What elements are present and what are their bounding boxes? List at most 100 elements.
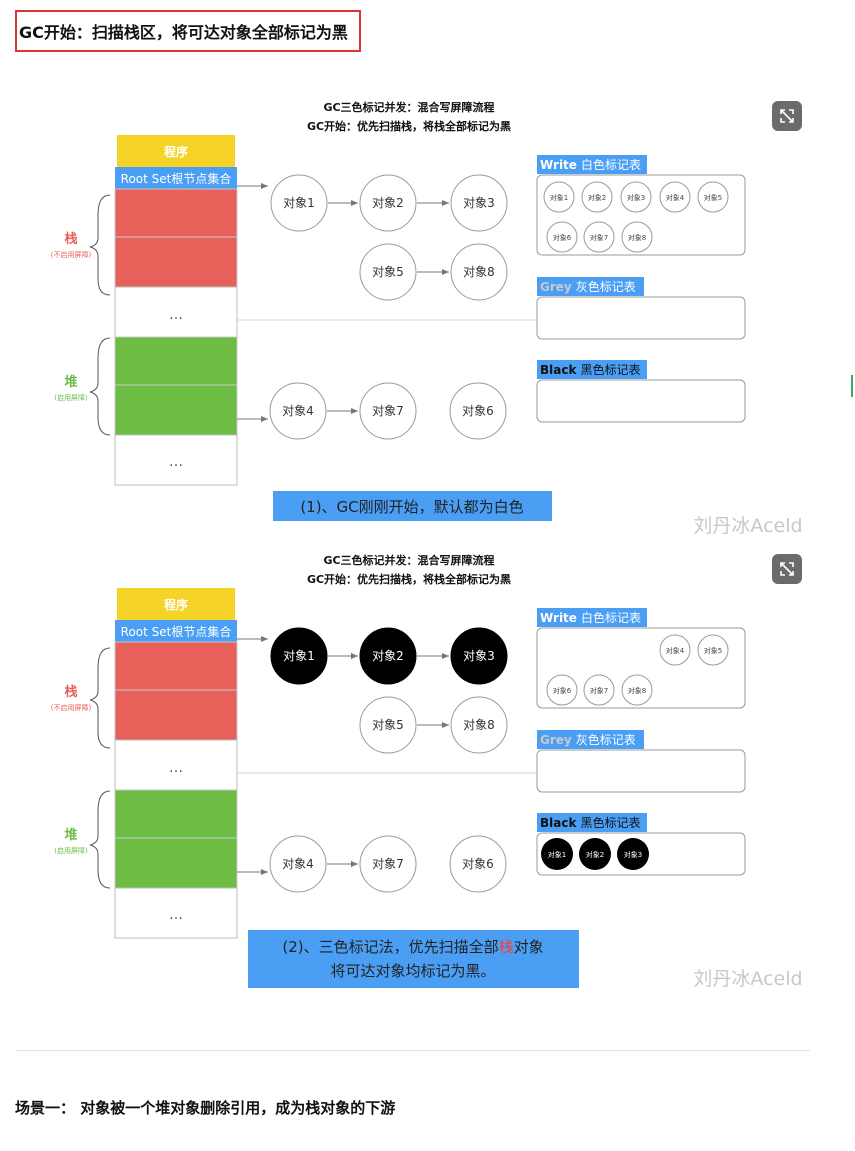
diagram-svg: GC三色标记并发：混合写屏障流程 GC开始：优先扫描栈，将栈全部标记为黑程序 Roo… [51, 553, 803, 990]
heap-frame [114, 336, 238, 386]
caption-text: 将可达对象均标记为黑。 [330, 962, 495, 980]
heap-ellipsis: … [169, 907, 183, 923]
black_table-title: Black 黑色标记表 [540, 363, 640, 377]
object-node-label: 对象8 [463, 265, 495, 279]
black_table-title-cn: 黑色标记表 [580, 816, 640, 830]
black-mark-item-label: 对象1 [548, 850, 566, 859]
white-mark-item-label: 对象2 [588, 193, 606, 202]
scene-title: 场景一： 对象被一个堆对象删除引用，成为栈对象的下游 [15, 1099, 396, 1117]
white-mark-item-label: 对象8 [628, 686, 646, 695]
object-node-label: 对象8 [463, 718, 495, 732]
stack-note: (不启用屏障) [51, 703, 92, 712]
grey_table-box [536, 749, 746, 793]
object-node-label: 对象5 [372, 718, 404, 732]
white-mark-item-label: 对象4 [666, 193, 685, 202]
stack-note: (不启用屏障) [51, 250, 92, 259]
expand-icon [780, 562, 794, 576]
stack-label: 栈 [64, 231, 77, 247]
stack-frame [114, 236, 238, 288]
object-node-label: 对象7 [372, 404, 404, 418]
grey_table-box [536, 296, 746, 340]
object-node-label: 对象1 [283, 196, 315, 210]
black_table-title-cn: 黑色标记表 [580, 363, 640, 377]
stack-brace [89, 194, 111, 296]
diagram-title: GC三色标记并发：混合写屏障流程 [323, 553, 494, 567]
grey_table-title: Grey 灰色标记表 [540, 280, 636, 294]
object-node-label: 对象5 [372, 265, 404, 279]
grey_table-title: Grey 灰色标记表 [540, 733, 636, 747]
heap-note: (启用屏障) [54, 846, 88, 855]
object-node-label: 对象4 [282, 857, 314, 871]
stack-ellipsis: … [169, 760, 183, 776]
black_table-title-en: Black [540, 363, 577, 377]
figure-1: GC三色标记并发：混合写屏障流程 GC开始：优先扫描栈，将栈全部标记为黑程序 Roo… [0, 95, 855, 545]
white-mark-item-label: 对象4 [666, 646, 685, 655]
expand-button-1[interactable] [772, 101, 802, 131]
diagram-title: GC三色标记并发：混合写屏障流程 [323, 100, 494, 114]
heap-label: 堆 [64, 827, 77, 843]
program-label: 程序 [164, 144, 188, 159]
object-node-label: 对象3 [463, 649, 495, 663]
watermark: 刘丹冰Aceld [693, 515, 802, 537]
figure-2: GC三色标记并发：混合写屏障流程 GC开始：优先扫描栈，将栈全部标记为黑程序 Roo… [0, 548, 855, 998]
expand-button-2[interactable] [772, 554, 802, 584]
black_table-title-en: Black [540, 816, 577, 830]
black_table-box [536, 379, 746, 423]
heap-label: 堆 [64, 374, 77, 390]
white_table-title-cn: 白色标记表 [581, 157, 641, 172]
grey_table-title-en: Grey [540, 280, 572, 294]
diagram-subtitle: GC开始：优先扫描栈，将栈全部标记为黑 [307, 572, 511, 586]
white_table-title-en: Write [540, 158, 577, 172]
white_table-title-cn: 白色标记表 [581, 610, 641, 625]
caption-part: 对象 [514, 938, 544, 956]
grey_table-title-en: Grey [540, 733, 572, 747]
white_table-title: Write 白色标记表 [540, 610, 641, 625]
heap-brace [89, 790, 111, 889]
white_table-title: Write 白色标记表 [540, 157, 641, 172]
white-mark-item-label: 对象5 [704, 646, 722, 655]
white-mark-item-label: 对象1 [550, 193, 568, 202]
scroll-indicator[interactable] [851, 375, 853, 397]
white-mark-item-label: 对象8 [628, 233, 646, 242]
white-mark-item-label: 对象6 [553, 686, 572, 695]
heap-frame [114, 789, 238, 839]
stack-ellipsis: … [169, 307, 183, 323]
heap-frame [114, 837, 238, 889]
heading-highlight-box: GC开始：扫描栈区，将可达对象全部标记为黑 [15, 10, 361, 52]
heap-note: (启用屏障) [54, 393, 88, 402]
object-node-label: 对象6 [462, 857, 494, 871]
white-mark-item-label: 对象7 [590, 233, 608, 242]
caption-highlight: 栈 [499, 938, 514, 956]
rootset-label: Root Set根节点集合 [121, 624, 232, 639]
object-node-label: 对象4 [282, 404, 314, 418]
diagram-svg: GC三色标记并发：混合写屏障流程 GC开始：优先扫描栈，将栈全部标记为黑程序 Roo… [51, 100, 803, 537]
stack-frame [114, 689, 238, 741]
caption-text: (2)、三色标记法，优先扫描全部栈对象 [282, 938, 543, 956]
stack-frame [114, 188, 238, 238]
grey_table-title-cn: 灰色标记表 [576, 733, 636, 747]
black-mark-item-label: 对象3 [624, 850, 642, 859]
stack-frame [114, 641, 238, 691]
white-mark-item-label: 对象3 [627, 193, 645, 202]
white-mark-item-label: 对象5 [704, 193, 722, 202]
stack-label: 栈 [64, 684, 77, 700]
object-node-label: 对象6 [462, 404, 494, 418]
caption-part: (2)、三色标记法，优先扫描全部 [282, 938, 498, 956]
caption-text: (1)、GC刚刚开始，默认都为白色 [300, 498, 523, 516]
white-mark-item-label: 对象6 [553, 233, 572, 242]
section-divider [15, 1050, 810, 1051]
object-node-label: 对象2 [372, 649, 404, 663]
object-node-label: 对象7 [372, 857, 404, 871]
black_table-title: Black 黑色标记表 [540, 816, 640, 830]
heap-ellipsis: … [169, 454, 183, 470]
heap-frame [114, 384, 238, 436]
grey_table-title-cn: 灰色标记表 [576, 280, 636, 294]
diagram-subtitle: GC开始：优先扫描栈，将栈全部标记为黑 [307, 119, 511, 133]
rootset-label: Root Set根节点集合 [121, 171, 232, 186]
white_table-title-en: Write [540, 611, 577, 625]
white-mark-item-label: 对象7 [590, 686, 608, 695]
object-node-label: 对象1 [283, 649, 315, 663]
expand-icon [780, 109, 794, 123]
section-heading: GC开始：扫描栈区，将可达对象全部标记为黑 [19, 23, 348, 42]
program-label: 程序 [164, 597, 188, 612]
